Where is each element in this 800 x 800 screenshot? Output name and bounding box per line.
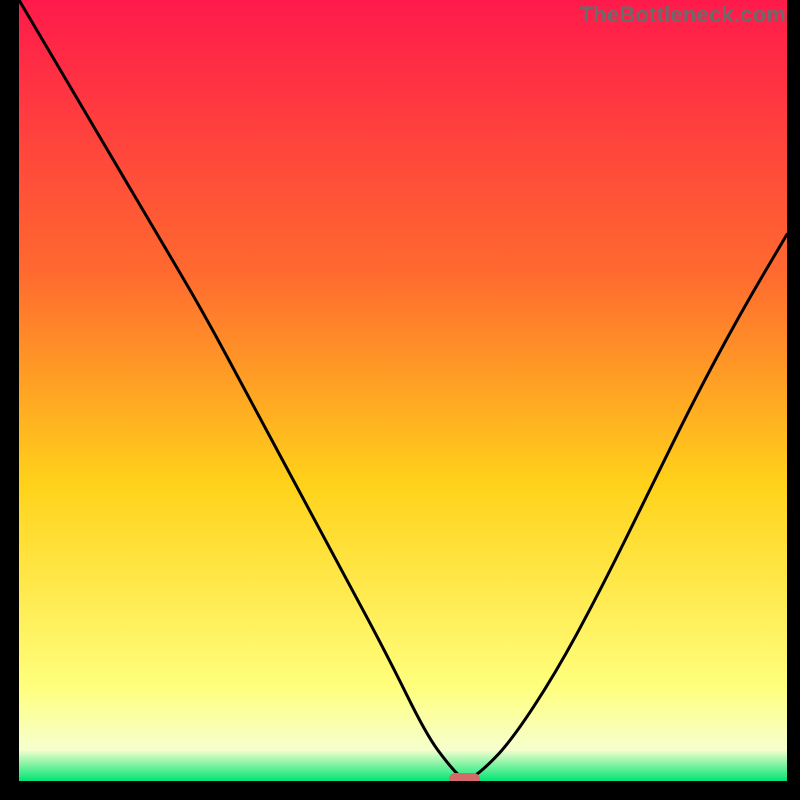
bottleneck-chart <box>19 0 787 781</box>
plot-area <box>19 0 787 781</box>
gradient-background <box>19 0 787 781</box>
chart-frame: TheBottleneck.com <box>0 0 800 800</box>
optimal-marker <box>449 773 480 781</box>
watermark-text: TheBottleneck.com <box>580 2 786 28</box>
